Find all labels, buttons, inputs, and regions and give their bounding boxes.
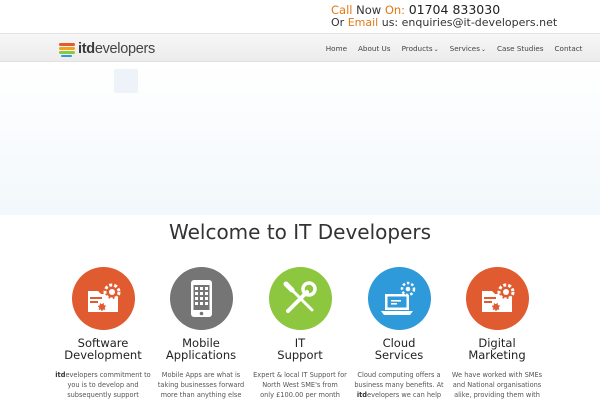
smartphone-icon [190,280,212,317]
chevron-down-icon: ⌄ [480,46,486,53]
nav-case-studies[interactable]: Case Studies [491,44,549,53]
email-line: Or Email us: enquiries@it-developers.net [331,17,591,29]
tools-icon [283,281,317,313]
service-description: Mobile Apps are what is taking businesse… [157,371,245,399]
folder-gear-icon [87,283,120,312]
on-label: On: [384,3,406,17]
service-description: itdevelopers commitment to you is to dev… [55,371,151,399]
main-nav: Home About Us Products⌄ Services⌄ Case S… [320,34,588,63]
cloud-laptop-icon [380,281,415,315]
service-circle [465,267,529,330]
service-circle [268,267,332,330]
nav-products[interactable]: Products⌄ [396,44,444,53]
email-address[interactable]: enquiries@it-developers.net [402,16,558,29]
nav-services-label: Services [449,44,480,53]
service-title: Mobile Applications [165,336,237,362]
service-description: Cloud computing offers a business many b… [354,371,444,399]
phone-number[interactable]: 01704 833030 [409,2,500,17]
nav-about-us[interactable]: About Us [353,44,397,53]
logo[interactable]: itdevelopers [59,41,155,57]
service-circle [367,267,431,330]
now-label: Now [356,3,382,17]
phone-line: Call Now On: 01704 833030 [331,2,591,17]
service-title: Digital Marketing [468,336,526,362]
service-circle [71,267,135,330]
email-label: Email [347,16,379,29]
call-label: Call [331,3,353,17]
service-cloud-services[interactable]: Cloud Services Cloud computing offers a … [350,267,448,400]
page-title: Welcome to IT Developers [168,220,432,244]
hero-slide-control[interactable] [114,69,138,93]
nav-home[interactable]: Home [320,44,352,53]
service-software-development[interactable]: Software Development itdevelopers commit… [54,267,152,400]
logo-text: itdevelopers [78,41,155,57]
chevron-down-icon: ⌄ [433,46,439,53]
service-it-support[interactable]: IT Support Expert & local IT Support for… [251,267,349,400]
service-title: IT Support [277,336,323,362]
logo-icon [59,42,75,57]
service-description: Expert & local IT Support for North West… [253,371,347,399]
service-digital-marketing[interactable]: Digital Marketing We have worked with SM… [448,267,546,400]
service-description: We have worked with SMEs and National or… [451,371,543,399]
service-title: Software Development [64,336,142,362]
folder-gear-icon [481,283,514,312]
nav-services[interactable]: Services⌄ [444,44,491,53]
hero-banner [0,63,600,215]
contact-info: Call Now On: 01704 833030 Or Email us: e… [331,2,591,29]
or-label: Or [331,16,345,29]
navbar: itdevelopers Home About Us Products⌄ Ser… [0,33,600,62]
nav-contact[interactable]: Contact [549,44,588,53]
us-label: us: [381,16,399,29]
service-mobile-applications[interactable]: Mobile Applications Mobile Apps are what… [152,267,250,400]
service-title: Cloud Services [374,336,424,362]
nav-products-label: Products [401,44,433,53]
service-circle [169,267,233,330]
